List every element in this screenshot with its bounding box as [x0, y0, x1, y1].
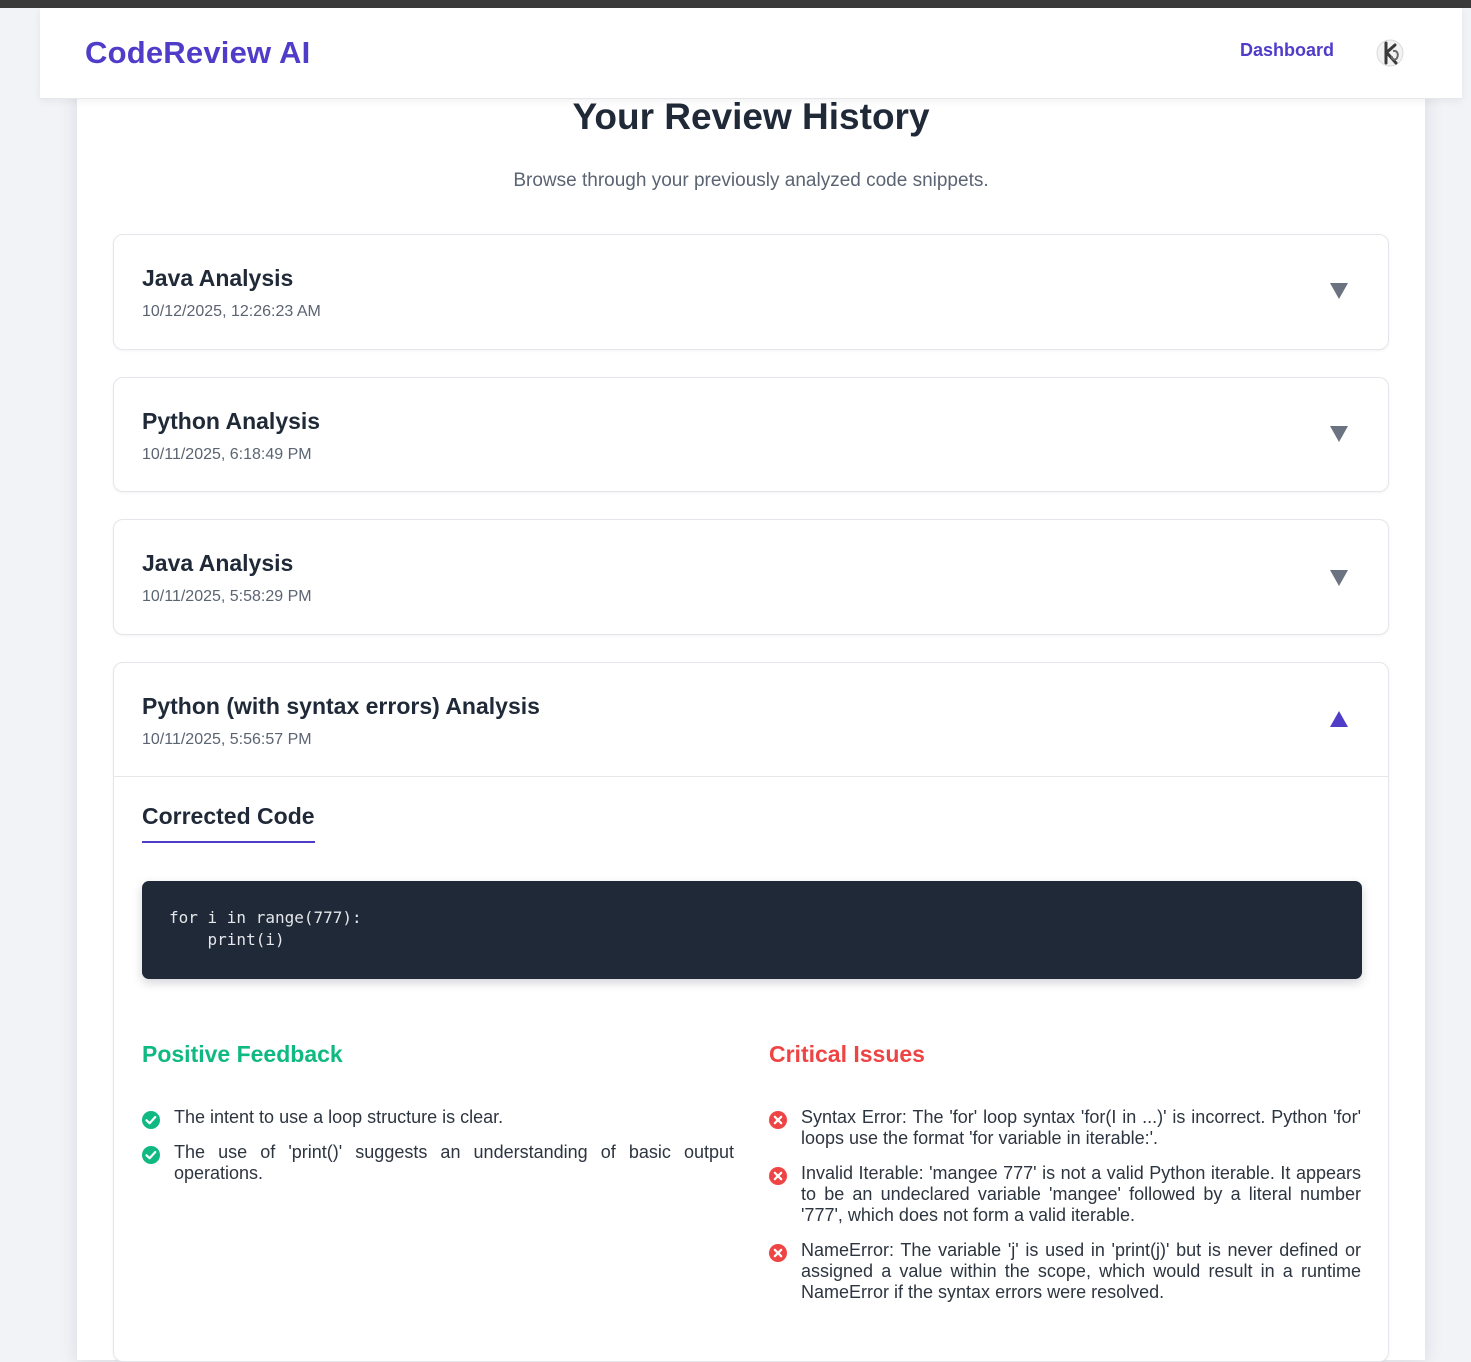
code-block: for i in range(777): print(i) — [142, 881, 1362, 979]
chevron-up-icon[interactable] — [1328, 709, 1350, 729]
nav-dashboard-link[interactable]: Dashboard — [1240, 40, 1334, 61]
tab-corrected-code[interactable]: Corrected Code — [142, 803, 315, 843]
x-circle-icon — [769, 1111, 787, 1129]
critical-issues-heading: Critical Issues — [769, 1041, 925, 1067]
review-item[interactable]: Java Analysis 10/11/2025, 5:58:29 PM — [113, 519, 1389, 635]
review-item-expanded: Python (with syntax errors) Analysis 10/… — [113, 662, 1389, 1362]
review-date: 10/11/2025, 5:56:57 PM — [142, 731, 312, 748]
item-divider — [114, 776, 1388, 777]
list-item: The intent to use a loop structure is cl… — [142, 1107, 734, 1129]
review-item[interactable]: Java Analysis 10/12/2025, 12:26:23 AM — [113, 234, 1389, 350]
x-circle-icon — [769, 1244, 787, 1262]
navbar: CodeReview AI Dashboard — [40, 8, 1462, 99]
review-date: 10/11/2025, 6:18:49 PM — [142, 446, 312, 463]
page-background-edge — [1462, 8, 1471, 1342]
positive-feedback-heading: Positive Feedback — [142, 1041, 343, 1067]
review-item[interactable]: Python Analysis 10/11/2025, 6:18:49 PM — [113, 377, 1389, 492]
issue-text: Syntax Error: The 'for' loop syntax 'for… — [801, 1107, 1361, 1148]
check-circle-icon — [142, 1146, 160, 1164]
code-line: for i in range(777): — [169, 908, 362, 927]
positive-feedback-list: The intent to use a loop structure is cl… — [142, 1107, 734, 1184]
review-date: 10/11/2025, 5:58:29 PM — [142, 588, 312, 605]
chevron-down-icon[interactable] — [1328, 424, 1350, 444]
chevron-down-icon[interactable] — [1328, 281, 1350, 301]
x-circle-icon — [769, 1167, 787, 1185]
user-avatar-icon[interactable] — [1375, 36, 1405, 70]
check-circle-icon — [142, 1111, 160, 1129]
feedback-text: The intent to use a loop structure is cl… — [174, 1107, 504, 1127]
review-date: 10/12/2025, 12:26:23 AM — [142, 303, 321, 320]
critical-issues-list: Syntax Error: The 'for' loop syntax 'for… — [769, 1107, 1361, 1303]
issue-text: Invalid Iterable: 'mangee 777' is not a … — [801, 1163, 1361, 1225]
issue-text: NameError: The variable 'j' is used in '… — [801, 1240, 1361, 1302]
feedback-text: The use of 'print()' suggests an underst… — [174, 1142, 734, 1183]
list-item: Invalid Iterable: 'mangee 777' is not a … — [769, 1163, 1361, 1226]
page-subtitle: Browse through your previously analyzed … — [513, 170, 989, 191]
review-title: Java Analysis — [142, 265, 294, 291]
review-title: Java Analysis — [142, 550, 294, 576]
review-title[interactable]: Python (with syntax errors) Analysis — [142, 693, 540, 720]
brand-logo[interactable]: CodeReview AI — [85, 35, 310, 71]
chevron-down-icon[interactable] — [1328, 568, 1350, 588]
list-item: NameError: The variable 'j' is used in '… — [769, 1240, 1361, 1303]
page-title: Your Review History — [572, 96, 930, 137]
list-item: The use of 'print()' suggests an underst… — [142, 1142, 734, 1184]
window-top-strip — [0, 0, 1471, 8]
review-title: Python Analysis — [142, 408, 321, 434]
list-item: Syntax Error: The 'for' loop syntax 'for… — [769, 1107, 1361, 1149]
code-line: print(i) — [169, 930, 285, 949]
